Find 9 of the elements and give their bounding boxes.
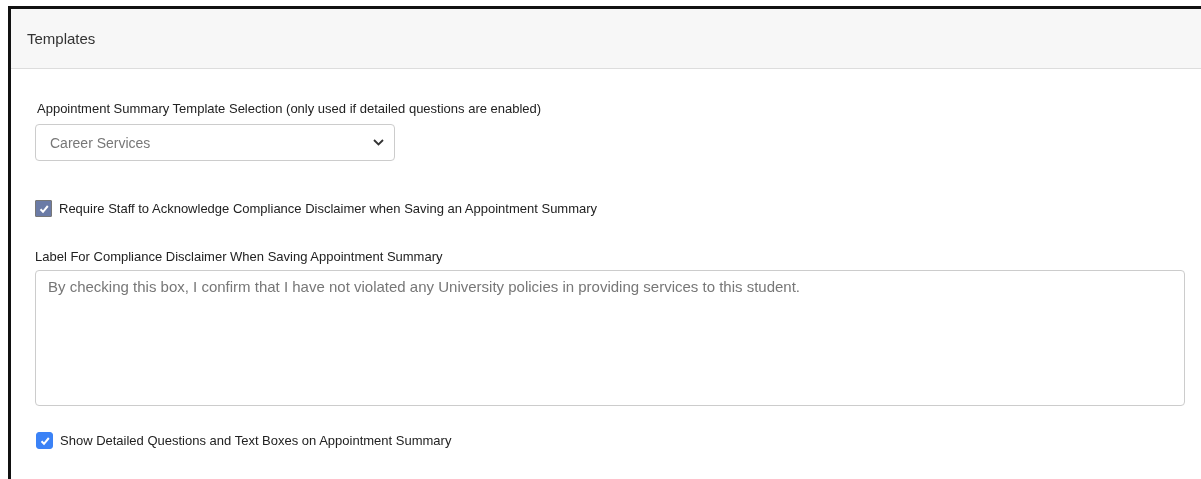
checkbox[interactable] [36,432,53,449]
checkbox-label: Require Staff to Acknowledge Compliance Disclaimer when Saving an Appointment Summary [59,201,598,216]
field-label: Appointment Summary Template Selection (only used if detailed questions are enabled) [37,101,542,116]
chevron-down-icon [373,139,384,146]
field-label: Label For Compliance Disclaimer When Saving Appointment Summary [35,249,443,264]
template-select[interactable]: Career Services [35,124,395,161]
panel-title: Templates [27,30,96,47]
checkbox-label: Show Detailed Questions and Text Boxes on Appointment Summary [60,433,452,448]
disclaimer-textarea[interactable]: By checking this box, I confirm that I have not violated any University policies in providing services to this student. [35,270,1185,406]
